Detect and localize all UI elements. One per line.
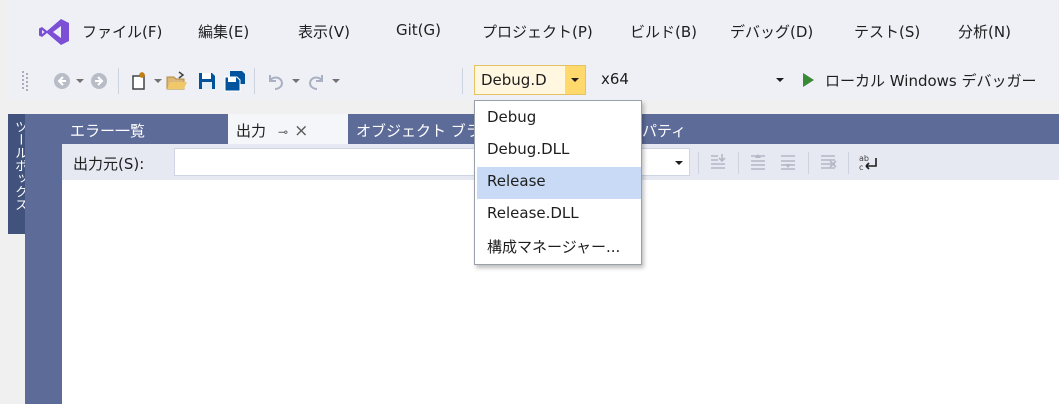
toolbox-tab[interactable]: ツールボックス	[8, 114, 27, 234]
toolbar-separator	[254, 68, 255, 94]
next-message-icon[interactable]	[778, 152, 798, 172]
new-project-dropdown-icon[interactable]	[154, 79, 162, 83]
toolbar-separator	[118, 68, 119, 94]
toolbar-separator	[848, 152, 849, 174]
tab-object-browser[interactable]: オブジェクト ブラ	[348, 114, 481, 144]
chevron-down-icon	[571, 78, 579, 82]
svg-text:c: c	[859, 163, 863, 172]
menu-project[interactable]: プロジェクト(P)	[482, 21, 593, 42]
menu-edit[interactable]: 編集(E)	[198, 21, 249, 42]
chevron-down-icon	[675, 161, 683, 165]
configuration-dropdown-list: Debug Debug.DLL Release Release.DLL 構成マネ…	[474, 100, 642, 265]
navigate-forward-icon[interactable]	[90, 72, 108, 90]
undo-icon[interactable]	[266, 71, 286, 91]
solution-platform-combo[interactable]: x64	[591, 65, 791, 95]
start-debugging-button[interactable]: ローカル Windows デバッガー	[803, 65, 1059, 95]
toolbar-separator	[738, 152, 739, 174]
tab-error-list[interactable]: エラー一覧	[62, 114, 228, 144]
find-message-in-code-icon[interactable]	[708, 152, 728, 172]
dropdown-option-configuration-manager[interactable]: 構成マネージャー...	[477, 231, 641, 263]
tab-error-list-label: エラー一覧	[70, 122, 146, 140]
toolbar-separator	[462, 68, 463, 94]
solution-platform-value: x64	[601, 70, 629, 88]
dropdown-option-label: Debug	[487, 108, 537, 126]
clear-all-icon[interactable]	[818, 152, 838, 172]
back-dropdown-icon[interactable]	[76, 79, 84, 83]
dropdown-option-label: Release.DLL	[487, 204, 579, 222]
open-folder-icon[interactable]	[166, 71, 188, 91]
start-debugging-label: ローカル Windows デバッガー	[825, 72, 1037, 90]
toolbar-grip-icon[interactable]	[22, 71, 30, 91]
word-wrap-icon[interactable]: ab c	[858, 152, 878, 172]
close-icon[interactable]: ×	[294, 121, 308, 141]
dropdown-option-release-dll[interactable]: Release.DLL	[477, 199, 641, 231]
standard-toolbar: Debug.D x64 ローカル Windows デバッガー	[8, 62, 1059, 100]
dropdown-option-label: 構成マネージャー...	[487, 238, 621, 256]
tab-output-label: 出力	[236, 122, 267, 140]
menu-debug[interactable]: デバッグ(D)	[730, 21, 813, 42]
solution-configuration-combo[interactable]: Debug.D	[474, 65, 586, 95]
toolbox-dock-strip	[25, 114, 62, 404]
tab-properties[interactable]: パティ	[640, 114, 760, 144]
tab-properties-label: パティ	[642, 122, 687, 140]
svg-text:ab: ab	[859, 154, 869, 163]
dropdown-option-debug[interactable]: Debug	[477, 103, 641, 135]
menu-git[interactable]: Git(G)	[396, 21, 441, 39]
navigate-back-icon[interactable]	[53, 72, 71, 90]
toolbox-dock: ツールボックス	[8, 100, 62, 404]
pin-icon[interactable]: ⊸	[278, 125, 288, 139]
dropdown-option-debug-dll[interactable]: Debug.DLL	[477, 135, 641, 167]
configuration-dropdown-button[interactable]	[565, 66, 585, 94]
menu-test[interactable]: テスト(S)	[854, 21, 920, 42]
dropdown-option-label: Debug.DLL	[487, 140, 570, 158]
tab-output[interactable]: 出力 ⊸ ×	[228, 114, 348, 144]
menu-file[interactable]: ファイル(F)	[82, 21, 162, 42]
visual-studio-logo-icon	[39, 19, 69, 45]
save-all-icon[interactable]	[224, 70, 246, 92]
redo-dropdown-icon[interactable]	[332, 79, 340, 83]
chevron-down-icon	[776, 78, 784, 82]
output-source-label: 出力元(S):	[73, 155, 145, 173]
menu-analyze[interactable]: 分析(N)	[958, 21, 1011, 42]
play-icon	[803, 73, 814, 87]
tab-object-browser-label: オブジェクト ブラ	[356, 122, 481, 140]
save-icon[interactable]	[198, 72, 216, 90]
menu-build[interactable]: ビルド(B)	[630, 21, 697, 42]
redo-icon[interactable]	[306, 71, 326, 91]
menu-view[interactable]: 表示(V)	[298, 21, 350, 42]
menu-bar: ファイル(F) 編集(E) 表示(V) Git(G) プロジェクト(P) ビルド…	[8, 0, 1059, 62]
toolbar-separator	[808, 152, 809, 174]
undo-dropdown-icon[interactable]	[292, 79, 300, 83]
new-project-icon[interactable]	[130, 71, 150, 91]
previous-message-icon[interactable]	[748, 152, 768, 172]
dropdown-option-release[interactable]: Release	[477, 167, 641, 199]
dropdown-option-label: Release	[487, 172, 546, 190]
toolbar-separator	[698, 152, 699, 174]
solution-configuration-value: Debug.D	[481, 71, 547, 89]
